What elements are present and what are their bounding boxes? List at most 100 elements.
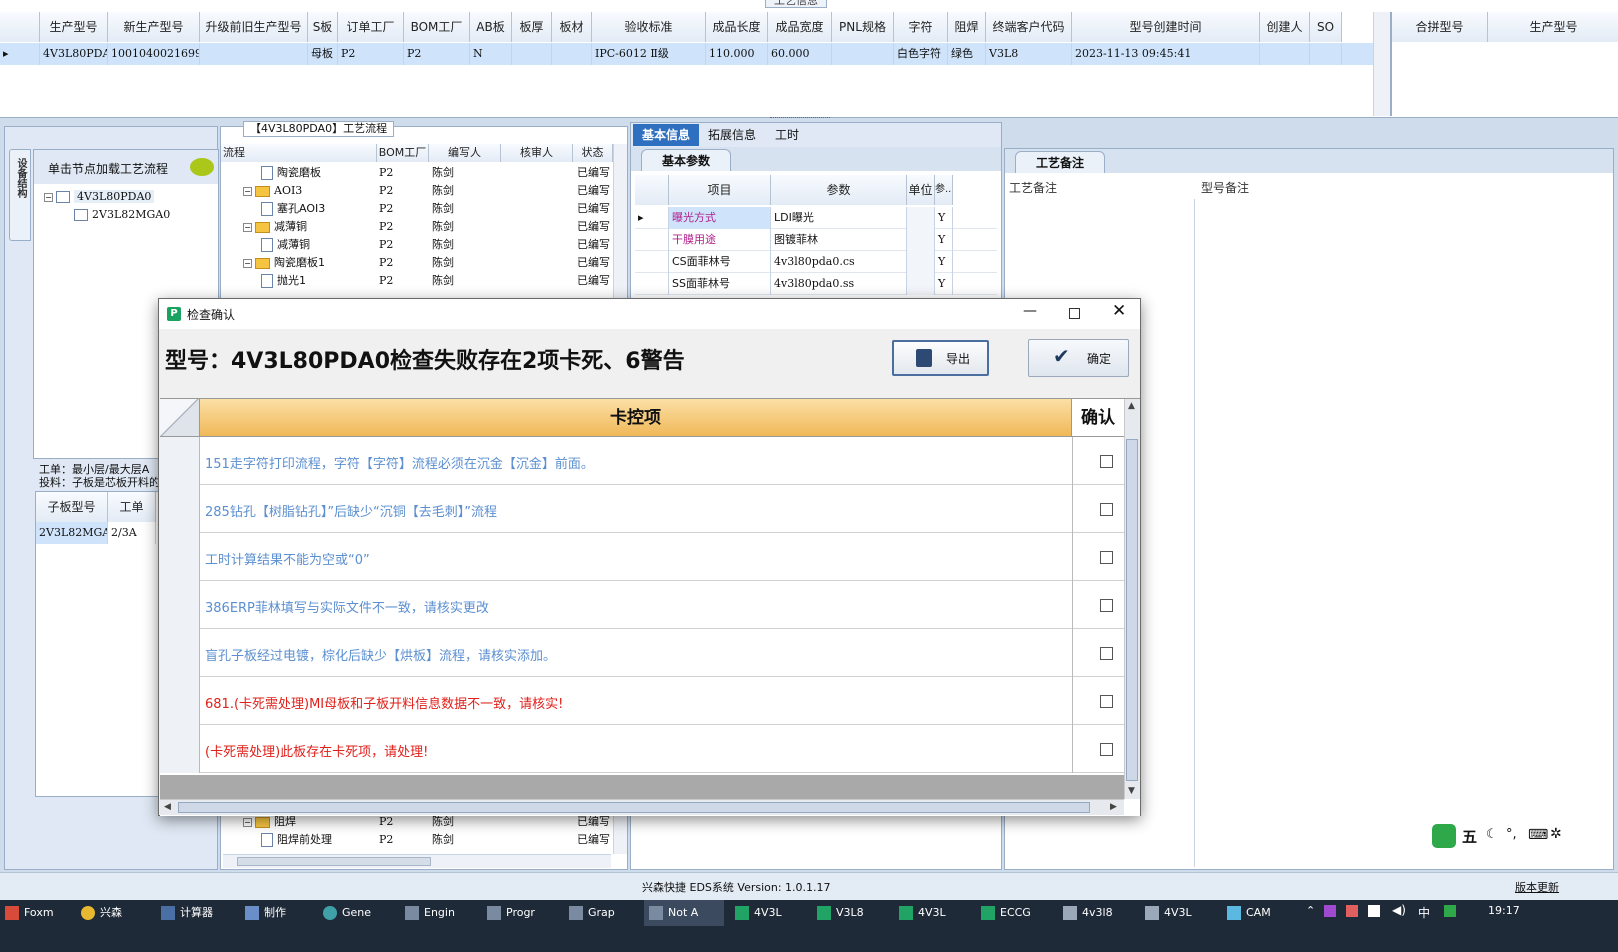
- col-header[interactable]: BOM工厂: [404, 12, 470, 42]
- scroll-down-arrow-icon[interactable]: ▼: [1128, 786, 1135, 796]
- col-header[interactable]: 升级前旧生产型号: [200, 12, 308, 42]
- tab-work-hours[interactable]: 工时: [765, 124, 809, 146]
- collapse-icon[interactable]: −: [44, 192, 53, 202]
- col-header[interactable]: 参数: [771, 175, 907, 205]
- tab-process-remarks[interactable]: 工艺备注: [1015, 151, 1105, 173]
- col-header[interactable]: 新生产型号: [108, 12, 200, 42]
- process-row[interactable]: 抛光1 P2 陈剑 已编写: [221, 272, 613, 290]
- table-row[interactable]: 干膜用途 图镀菲林 Y: [635, 229, 997, 251]
- taskbar-app[interactable]: Foxm: [0, 900, 72, 926]
- minimize-icon[interactable]: —: [1023, 303, 1037, 319]
- check-row[interactable]: 盲孔子板经过电镀，棕化后缺少【烘板】流程，请核实添加。: [160, 629, 1124, 677]
- check-row[interactable]: 386ERP菲林填写与实际文件不一致，请核实更改: [160, 581, 1124, 629]
- col-header[interactable]: 状态: [573, 144, 613, 162]
- col-header-confirm[interactable]: 确认: [1072, 399, 1124, 437]
- taskbar-app[interactable]: V3L8: [812, 900, 888, 926]
- scroll-thumb[interactable]: [1126, 439, 1138, 781]
- col-header[interactable]: 项目: [669, 175, 771, 205]
- taskbar-app[interactable]: Grap: [564, 900, 640, 926]
- moon-icon[interactable]: ☾: [1486, 827, 1498, 842]
- confirm-checkbox[interactable]: [1100, 599, 1113, 612]
- col-header[interactable]: S板: [308, 12, 338, 42]
- col-header[interactable]: 生产型号: [1488, 12, 1618, 42]
- collapse-icon[interactable]: −: [243, 817, 252, 827]
- taskbar-app[interactable]: 计算器: [156, 900, 232, 926]
- tree-node-child[interactable]: 2V3L82MGA0: [74, 206, 170, 224]
- tab-basic-params[interactable]: 基本参数: [641, 149, 731, 171]
- col-header[interactable]: 订单工厂: [338, 12, 404, 42]
- collapse-icon[interactable]: −: [243, 186, 252, 196]
- tray-app-icon[interactable]: [1346, 905, 1358, 917]
- process-row[interactable]: 阻焊前处理 P2 陈剑 已编写: [221, 831, 613, 849]
- confirm-checkbox[interactable]: [1100, 743, 1113, 756]
- scroll-up-arrow-icon[interactable]: ▲: [1128, 401, 1135, 411]
- col-header[interactable]: 工单: [108, 492, 156, 522]
- ime-lang-indicator[interactable]: 中: [1418, 904, 1430, 921]
- keyboard-icon[interactable]: ⌨: [1528, 827, 1548, 843]
- confirm-checkbox[interactable]: [1100, 503, 1113, 516]
- process-row[interactable]: − AOI3 P2 陈剑 已编写: [221, 182, 613, 200]
- scroll-thumb[interactable]: [178, 802, 1090, 813]
- check-row[interactable]: 285钻孔【树脂钻孔】”后缺少“沉铜【去毛刺】”流程: [160, 485, 1124, 533]
- confirm-checkbox[interactable]: [1100, 695, 1113, 708]
- col-header[interactable]: 验收标准: [592, 12, 706, 42]
- col-header[interactable]: SO: [1310, 12, 1342, 42]
- tray-chevron-icon[interactable]: ⌃: [1306, 904, 1315, 917]
- chat-bubble-icon[interactable]: [190, 158, 214, 176]
- taskbar-app[interactable]: Engin: [400, 900, 476, 926]
- scroll-right-arrow-icon[interactable]: ▶: [1110, 802, 1117, 812]
- taskbar-app[interactable]: 4V3L: [730, 900, 806, 926]
- settings-icon[interactable]: ✲: [1550, 826, 1562, 842]
- tab-extended-info[interactable]: 拓展信息: [701, 124, 763, 146]
- col-header[interactable]: BOM工厂: [377, 144, 429, 162]
- collapse-icon[interactable]: −: [243, 222, 252, 232]
- check-row[interactable]: (卡死需处理)此板存在卡死项，请处理!: [160, 725, 1124, 773]
- vertical-scrollbar[interactable]: [1373, 12, 1390, 116]
- col-header[interactable]: 阻焊: [948, 12, 986, 42]
- model-remarks-textarea[interactable]: [1199, 199, 1609, 867]
- col-header[interactable]: 成品宽度: [768, 12, 832, 42]
- check-row[interactable]: 151走字符打印流程，字符【字符】流程必须在沉金【沉金】前面。: [160, 437, 1124, 485]
- scroll-left-arrow-icon[interactable]: ◀: [164, 802, 171, 812]
- process-row[interactable]: 陶瓷磨板 P2 陈剑 已编写: [221, 164, 613, 182]
- tray-app-icon[interactable]: [1444, 905, 1456, 917]
- export-button[interactable]: 导出: [892, 340, 989, 376]
- version-update-link[interactable]: 版本更新: [1515, 879, 1559, 895]
- punct-icon[interactable]: °,: [1506, 827, 1517, 842]
- col-header[interactable]: 参...: [935, 175, 953, 205]
- taskbar-app[interactable]: 4V3L: [1140, 900, 1216, 926]
- tab-basic-info[interactable]: 基本信息: [633, 124, 699, 146]
- col-header[interactable]: 合拼型号: [1392, 12, 1488, 42]
- col-header[interactable]: PNL规格: [832, 12, 894, 42]
- col-header-item[interactable]: 卡控项: [200, 399, 1072, 437]
- confirm-checkbox[interactable]: [1100, 647, 1113, 660]
- table-row[interactable]: CS面菲林号 4v3l80pda0.cs Y: [635, 251, 997, 273]
- volume-icon[interactable]: ◀): [1392, 903, 1406, 917]
- col-header[interactable]: 终端客户代码: [986, 12, 1072, 42]
- col-header[interactable]: 板厚: [512, 12, 552, 42]
- taskbar-app[interactable]: 制作: [240, 900, 312, 926]
- taskbar-app[interactable]: Gene: [318, 900, 394, 926]
- col-header[interactable]: 板材: [552, 12, 592, 42]
- process-row[interactable]: 塞孔AOI3 P2 陈剑 已编写: [221, 200, 613, 218]
- col-header[interactable]: 创建人: [1260, 12, 1310, 42]
- col-header[interactable]: 单位: [907, 175, 935, 205]
- col-header[interactable]: 字符: [894, 12, 948, 42]
- close-icon[interactable]: ✕: [1112, 301, 1126, 321]
- process-row[interactable]: − 陶瓷磨板1 P2 陈剑 已编写: [221, 254, 613, 272]
- scroll-thumb[interactable]: [237, 857, 431, 866]
- dialog-vscroll[interactable]: ▲ ▼: [1124, 399, 1140, 799]
- tray-app-icon[interactable]: [1368, 905, 1380, 917]
- taskbar-app[interactable]: CAM: [1222, 900, 1298, 926]
- collapse-icon[interactable]: −: [243, 258, 252, 268]
- col-header[interactable]: 型号创建时间: [1072, 12, 1260, 42]
- col-header[interactable]: 编写人: [429, 144, 501, 162]
- confirm-checkbox[interactable]: [1100, 551, 1113, 564]
- confirm-button[interactable]: ✔ 确定: [1028, 339, 1129, 377]
- table-row[interactable]: ▸ 4V3L80PDA0 10010400216990 母板 P2 P2 N I…: [0, 43, 1390, 65]
- vertical-tab[interactable]: 设备结构: [9, 149, 31, 241]
- clock[interactable]: 19:17: [1488, 904, 1520, 917]
- taskbar-app[interactable]: 4V3L: [894, 900, 970, 926]
- col-header[interactable]: 子板型号: [36, 492, 108, 522]
- taskbar-app[interactable]: Not A: [644, 900, 724, 926]
